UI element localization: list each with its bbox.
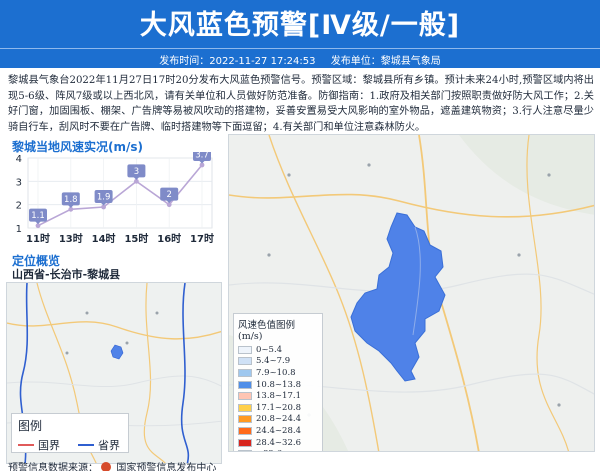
- y-tick-label: 4: [16, 154, 22, 165]
- data-label: 3.7: [195, 152, 209, 161]
- x-tick-label: 13时: [59, 232, 83, 245]
- wind-legend-swatch: [238, 438, 252, 447]
- source-name-link[interactable]: 国家预警信息发布中心: [116, 463, 216, 471]
- x-tick-label: 15时: [124, 232, 148, 245]
- y-tick-label: 1: [16, 224, 22, 235]
- data-label: 1.9: [97, 193, 111, 203]
- provincial-border-swatch: [78, 444, 94, 446]
- location-map-legend: 图例 国界 省界: [11, 413, 129, 453]
- x-tick-label: 17时: [190, 232, 214, 245]
- header-divider: [0, 48, 600, 49]
- wind-legend-item: 10.8~13.8: [238, 379, 318, 391]
- wind-legend-swatch: [238, 392, 252, 401]
- national-border-swatch: [18, 444, 34, 446]
- wind-legend-label: 17.1~20.8: [256, 402, 301, 413]
- wind-legend-swatch: [238, 450, 252, 451]
- wind-legend-label: >32.6: [256, 449, 282, 451]
- wind-legend-label: 7.9~10.8: [256, 367, 296, 378]
- location-map[interactable]: 图例 国界 省界: [6, 282, 222, 464]
- wind-legend-label: 28.4~32.6: [256, 437, 301, 448]
- wind-legend-title: 风速色值图例 (m/s): [238, 320, 296, 342]
- wind-legend-swatch: [238, 368, 252, 377]
- publisher: 发布单位：黎城县气象局: [330, 56, 441, 67]
- wind-legend-item: >32.6: [238, 448, 318, 451]
- data-source: 预警信息数据来源： 国家预警信息发布中心: [8, 459, 216, 471]
- wind-legend-label: 0~5.4: [256, 344, 283, 355]
- y-tick-label: 2: [16, 201, 22, 212]
- wind-legend-item: 17.1~20.8: [238, 402, 318, 414]
- warning-notice-text: 黎城县气象台2022年11月27日17时20分发布大风蓝色预警信号。预警区域：黎…: [8, 75, 594, 133]
- warning-area-map[interactable]: 风速色值图例 (m/s) 0~5.4 5.4~7.9 7.9~10.8 10.8~13…: [228, 134, 595, 452]
- legend-item-national-border: 国界: [18, 437, 60, 453]
- wind-legend-item: 7.9~10.8: [238, 367, 318, 379]
- wind-legend-swatch: [238, 415, 252, 424]
- x-tick-label: 14时: [92, 232, 116, 245]
- wind-speed-legend: 风速色值图例 (m/s) 0~5.4 5.4~7.9 7.9~10.8 10.8~13…: [233, 313, 323, 451]
- y-tick-label: 3: [16, 177, 22, 188]
- data-label: 3: [134, 167, 139, 177]
- wind-legend-item: 5.4~7.9: [238, 356, 318, 368]
- wind-legend-swatch: [238, 345, 252, 354]
- legend-label: 省界: [98, 439, 120, 452]
- wind-legend-label: 10.8~13.8: [256, 379, 301, 390]
- wind-legend-item: 28.4~32.6: [238, 437, 318, 449]
- warning-title: 大风蓝色预警[Ⅳ级/一般]: [139, 10, 461, 41]
- wind-legend-swatch: [238, 380, 252, 389]
- left-panel: 黎城当地风速实况(m/s) 1 2 3 4 1.1 1.8 1.9 3 2 3.7 11时 13时 14…: [6, 134, 222, 464]
- data-label: 1.8: [64, 195, 78, 205]
- wind-legend-swatch: [238, 403, 252, 412]
- wind-legend-item: 13.8~17.1: [238, 390, 318, 402]
- warning-header: 大风蓝色预警[Ⅳ级/一般] 发布时间：2022-11-27 17:24:53 发…: [0, 0, 600, 68]
- wind-legend-label: 13.8~17.1: [256, 391, 301, 402]
- warning-meta: 发布时间：2022-11-27 17:24:53 发布单位：黎城县气象局: [0, 52, 600, 67]
- legend-item-provincial-border: 省界: [78, 437, 120, 453]
- wind-legend-item: 24.4~28.4: [238, 425, 318, 437]
- x-tick-label: 16时: [157, 232, 181, 245]
- source-prefix: 预警信息数据来源：: [8, 463, 98, 471]
- wind-legend-label: 24.4~28.4: [256, 425, 301, 436]
- legend-title: 图例: [18, 419, 43, 433]
- x-tick-label: 11时: [26, 232, 50, 245]
- wind-legend-label: 20.8~24.4: [256, 414, 301, 425]
- wind-legend-item: 20.8~24.4: [238, 414, 318, 426]
- publish-time: 发布时间：2022-11-27 17:24:53: [159, 56, 316, 67]
- data-label: 1.1: [31, 211, 45, 221]
- location-region: 山西省-长治市-黎城县: [12, 268, 121, 281]
- wind-legend-swatch: [238, 426, 252, 435]
- wind-legend-item: 0~5.4: [238, 344, 318, 356]
- wind-legend-swatch: [238, 357, 252, 366]
- source-logo-icon: [101, 462, 112, 471]
- legend-label: 国界: [38, 439, 60, 452]
- data-label: 2: [166, 190, 171, 200]
- wind-legend-label: 5.4~7.9: [256, 356, 291, 367]
